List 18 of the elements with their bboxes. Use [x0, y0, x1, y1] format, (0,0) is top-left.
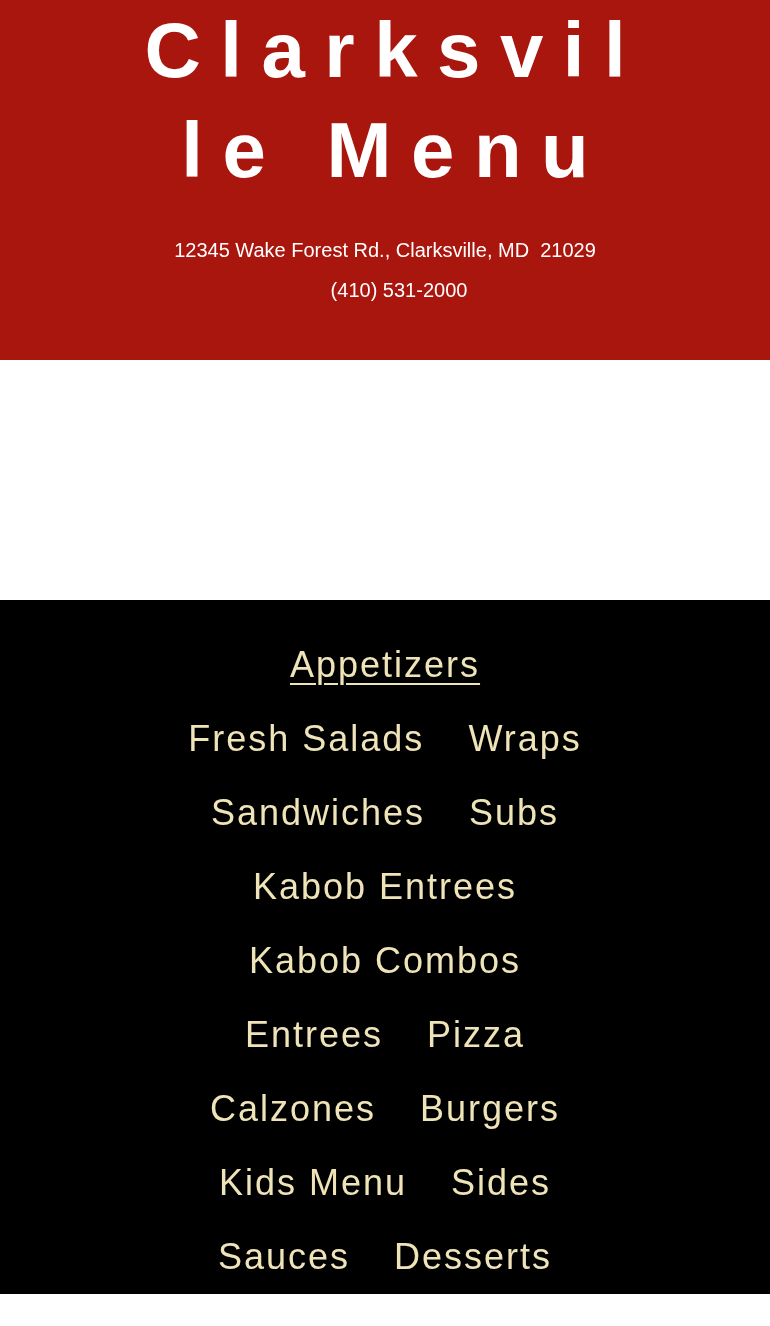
menu-category-link[interactable]: Kabob Entrees — [252, 860, 518, 914]
menu-category-link[interactable]: Kids Menu — [218, 1156, 407, 1210]
menu-category-link[interactable]: Burgers — [420, 1082, 561, 1136]
address-text: 12345 Wake Forest Rd., Clarksville, MD 21029 — [174, 239, 596, 261]
menu-category-link[interactable]: Kabob Combos — [248, 934, 522, 988]
page-title: Clarksville Menu — [143, 5, 647, 196]
menu-category-link[interactable]: Sauces — [217, 1230, 350, 1284]
menu-category-link[interactable]: Pizza — [427, 1008, 526, 1062]
menu-category-link[interactable]: Fresh Salads — [188, 712, 425, 766]
phone-text: (410) 531-2000 — [330, 278, 468, 303]
menu-category-link[interactable]: Appetizers — [289, 638, 481, 692]
menu-category-link[interactable]: Calzones — [209, 1082, 376, 1136]
menu-category-link[interactable]: Sides — [451, 1156, 552, 1210]
menu-category-link[interactable]: Desserts — [394, 1230, 553, 1284]
menu-category-link[interactable]: Entrees — [244, 1008, 383, 1062]
menu-category-link[interactable]: Wraps — [468, 712, 582, 766]
menu-category-link[interactable]: Subs — [469, 786, 560, 840]
menu-category-link[interactable]: Sandwiches — [210, 786, 426, 840]
